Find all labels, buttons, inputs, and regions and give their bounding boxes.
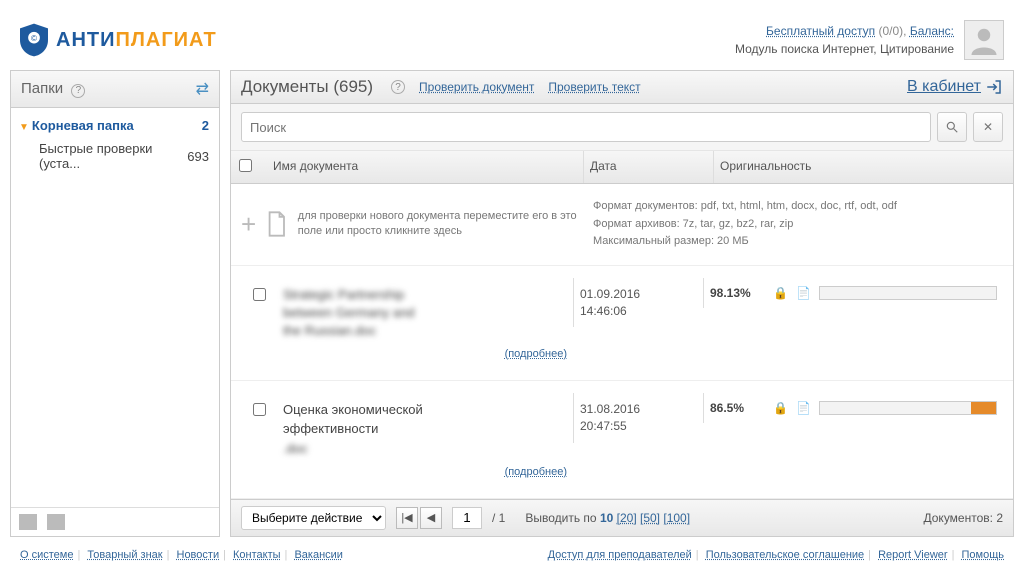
action-select[interactable]: Выберите действие xyxy=(241,506,386,530)
logo[interactable]: © АНТИПЛАГИАТ xyxy=(20,23,217,57)
shield-icon: © xyxy=(20,23,48,57)
prev-page-button[interactable]: ◀ xyxy=(420,507,442,529)
originality-value: 98.13% xyxy=(710,286,765,300)
report-icon[interactable]: 📄 xyxy=(796,286,811,300)
root-folder[interactable]: ▼Корневая папка 2 xyxy=(17,114,211,137)
exit-icon xyxy=(985,78,1003,96)
doc-title[interactable]: Оценка экономической эффективности xyxy=(283,401,567,437)
lock-icon[interactable]: 🔒 xyxy=(773,286,788,300)
footer-about[interactable]: О системе xyxy=(20,549,73,561)
first-page-button[interactable]: |◀ xyxy=(396,507,418,529)
help-icon[interactable]: ? xyxy=(71,84,85,98)
header: © АНТИПЛАГИАТ Бесплатный доступ (0/0), Б… xyxy=(10,0,1014,70)
avatar[interactable] xyxy=(964,20,1004,60)
check-document-link[interactable]: Проверить документ xyxy=(419,80,534,94)
folders-title: Папки xyxy=(21,80,63,97)
per-10[interactable]: 10 xyxy=(600,511,613,525)
logo-text-plagiat: ПЛАГИАТ xyxy=(115,29,216,51)
doc-title[interactable]: Strategic Partnership between Germany an… xyxy=(283,286,567,341)
sidebar: Папки ? ⇄ ▼Корневая папка 2 Быстрые пров… xyxy=(10,70,220,537)
documents-title: Документы (695) xyxy=(241,77,373,97)
main-panel: Документы (695) ? Проверить документ Про… xyxy=(230,70,1014,537)
footer-vacancies[interactable]: Вакансии xyxy=(294,549,343,561)
swap-icon[interactable]: ⇄ xyxy=(196,79,209,99)
page-input[interactable] xyxy=(452,507,482,529)
col-date[interactable]: Дата xyxy=(583,151,713,183)
footer-teachers[interactable]: Доступ для преподавателей xyxy=(548,549,692,561)
docs-count: Документов: 2 xyxy=(924,511,1004,525)
footer-agreement[interactable]: Пользовательское соглашение xyxy=(706,549,864,561)
folder-quick-checks[interactable]: Быстрые проверки (уста... 693 xyxy=(17,137,211,175)
clear-search-button[interactable]: ✕ xyxy=(973,112,1003,142)
table-row: Оценка экономической эффективности .doc … xyxy=(231,381,1013,499)
cabinet-link[interactable]: В кабинет xyxy=(907,78,1003,96)
free-access-link[interactable]: Бесплатный доступ xyxy=(766,24,875,38)
row-checkbox[interactable] xyxy=(253,288,266,301)
details-link[interactable]: (подробнее) xyxy=(505,348,567,360)
details-link[interactable]: (подробнее) xyxy=(505,466,567,478)
originality-value: 86.5% xyxy=(710,401,765,415)
per-20[interactable]: [20] xyxy=(617,511,637,525)
row-checkbox[interactable] xyxy=(253,403,266,416)
edit-folder-icon[interactable] xyxy=(47,514,65,530)
footer-news[interactable]: Новости xyxy=(177,549,220,561)
originality-bar xyxy=(819,401,997,415)
originality-bar xyxy=(819,286,997,300)
report-icon[interactable]: 📄 xyxy=(796,401,811,415)
user-icon xyxy=(969,25,999,55)
svg-text:©: © xyxy=(31,34,37,43)
footer-contacts[interactable]: Контакты xyxy=(233,549,281,561)
search-input[interactable] xyxy=(241,112,931,142)
search-button[interactable] xyxy=(937,112,967,142)
plus-icon: + xyxy=(241,209,256,240)
table-row: Strategic Partnership between Germany an… xyxy=(231,266,1013,382)
footer-report[interactable]: Report Viewer xyxy=(878,549,948,561)
select-all-checkbox[interactable] xyxy=(239,159,252,172)
new-folder-icon[interactable] xyxy=(19,514,37,530)
table-header: Имя документа Дата Оригинальность xyxy=(231,151,1013,184)
check-text-link[interactable]: Проверить текст xyxy=(548,80,640,94)
upload-zone[interactable]: + для проверки нового документа перемест… xyxy=(231,184,1013,266)
footer-help[interactable]: Помощь xyxy=(962,549,1005,561)
per-100[interactable]: [100] xyxy=(663,511,690,525)
header-info: Бесплатный доступ (0/0), Баланс: Модуль … xyxy=(735,22,954,58)
footer-trademark[interactable]: Товарный знак xyxy=(87,549,162,561)
doc-date: 31.08.201620:47:55 xyxy=(573,393,703,443)
per-50[interactable]: [50] xyxy=(640,511,660,525)
search-icon xyxy=(945,120,959,134)
caret-icon: ▼ xyxy=(19,122,29,133)
help-icon[interactable]: ? xyxy=(391,80,405,94)
col-name[interactable]: Имя документа xyxy=(267,151,583,183)
balance-link[interactable]: Баланс: xyxy=(910,24,954,38)
col-originality[interactable]: Оригинальность xyxy=(713,151,1013,183)
lock-icon[interactable]: 🔒 xyxy=(773,401,788,415)
document-icon xyxy=(266,204,288,244)
doc-date: 01.09.201614:46:06 xyxy=(573,278,703,328)
logo-text-anti: АНТИ xyxy=(56,29,115,51)
